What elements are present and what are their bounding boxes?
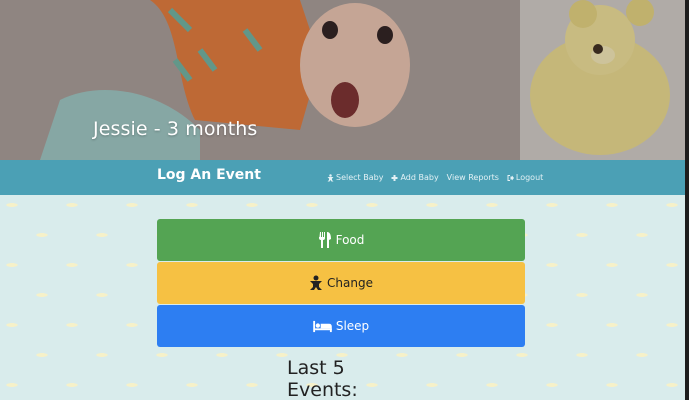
navbar: Log An Event Select Baby Add Baby View R… [0,160,685,195]
logout-icon [507,174,514,181]
sleep-button[interactable]: Sleep [157,305,525,347]
nav-logout[interactable]: Logout [507,173,543,182]
nav-select-baby-label: Select Baby [336,173,384,182]
change-button-label: Change [327,276,373,290]
cutlery-icon [318,232,331,248]
last-events-heading: Last 5 Events: [287,357,358,401]
baby-icon [310,275,323,290]
navbar-brand[interactable]: Log An Event [157,167,261,183]
nav-logout-label: Logout [515,173,544,182]
nav-add-baby[interactable]: Add Baby [391,173,439,182]
baby-icon [327,173,334,181]
sleep-button-label: Sleep [335,319,370,333]
bed-icon [313,320,332,332]
nav-select-baby[interactable]: Select Baby [327,173,383,182]
plus-icon [391,174,398,181]
hero-banner: Jessie - 3 months [0,0,685,160]
change-button[interactable]: Change [157,262,525,304]
nav-links: Select Baby Add Baby View Reports Logout [327,173,543,182]
food-button-label: Food [335,233,365,247]
baby-name-title: Jessie - 3 months [93,118,258,140]
food-button[interactable]: Food [157,219,525,261]
nav-view-reports[interactable]: View Reports [447,173,499,182]
nav-view-reports-label: View Reports [446,173,499,182]
nav-add-baby-label: Add Baby [400,173,439,182]
scrollbar[interactable] [685,0,689,400]
